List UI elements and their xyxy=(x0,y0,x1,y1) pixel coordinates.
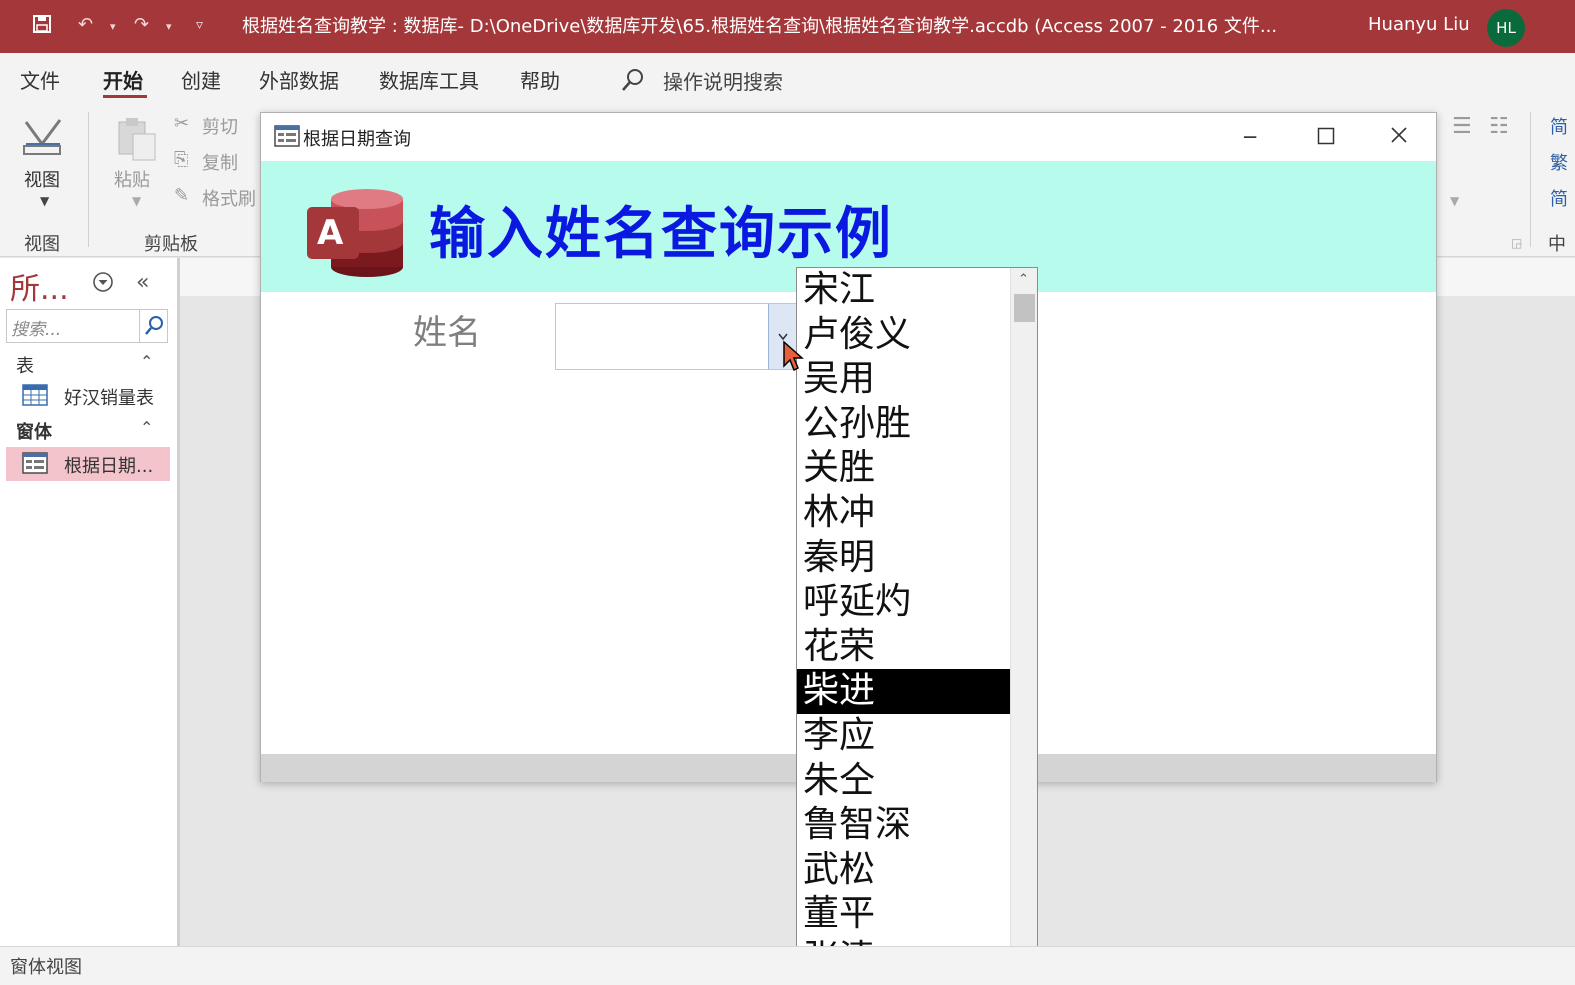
status-bar xyxy=(0,946,1575,985)
paragraph-dropdown-icon[interactable]: ▼ xyxy=(1450,194,1459,208)
search-icon[interactable] xyxy=(620,67,646,93)
redo-dropdown-icon[interactable]: ▾ xyxy=(166,20,172,33)
scrollbar-thumb[interactable] xyxy=(1014,294,1035,322)
dropdown-option[interactable]: 关胜 xyxy=(797,446,1010,491)
dropdown-option[interactable]: 李应 xyxy=(797,714,1010,759)
nav-search-box[interactable]: 搜索... xyxy=(6,309,168,343)
customize-quick-access-icon[interactable]: ▿ xyxy=(196,17,203,33)
paste-dropdown-icon[interactable]: ▼ xyxy=(132,194,141,208)
user-name[interactable]: Huanyu Liu xyxy=(1368,14,1470,35)
dropdown-option[interactable]: 秦明 xyxy=(797,536,1010,581)
form-icon xyxy=(22,452,48,478)
view-icon[interactable] xyxy=(22,116,64,162)
dropdown-option[interactable]: 朱仝 xyxy=(797,759,1010,804)
form-window-titlebar[interactable]: 根据日期查询 ─ xyxy=(261,113,1436,161)
form-icon xyxy=(274,125,300,151)
ribbon-separator xyxy=(88,112,89,247)
nav-item-form[interactable]: 根据日期... xyxy=(64,452,153,478)
paste-icon[interactable] xyxy=(116,116,158,166)
group-view-label: 视图 xyxy=(24,234,60,255)
chevron-up-icon[interactable]: ⌃ xyxy=(140,352,153,371)
copy-icon: ⎘ xyxy=(174,149,189,170)
logo-letter: A xyxy=(317,213,344,253)
copy-button[interactable]: 复制 xyxy=(202,149,238,175)
paste-button[interactable]: 粘贴 xyxy=(114,166,150,192)
dropdown-option[interactable]: 吴用 xyxy=(797,357,1010,402)
dropdown-options: 宋江卢俊义吴用公孙胜关胜林冲秦明呼延灼花荣柴进李应朱仝鲁智深武松董平张清 xyxy=(797,268,1010,982)
dialog-launcher-icon[interactable]: ◲ xyxy=(1511,236,1522,250)
maximize-icon[interactable] xyxy=(1317,127,1335,149)
avatar[interactable]: HL xyxy=(1487,9,1525,47)
dropdown-option[interactable]: 武松 xyxy=(797,848,1010,893)
nav-item-table[interactable]: 好汉销量表 xyxy=(64,384,154,410)
tab-database-tools[interactable]: 数据库工具 xyxy=(379,65,479,94)
tab-external-data[interactable]: 外部数据 xyxy=(259,65,339,94)
convert-button[interactable]: 简 xyxy=(1550,185,1568,211)
tab-help[interactable]: 帮助 xyxy=(520,65,560,94)
nav-search-input[interactable]: 搜索... xyxy=(11,315,61,340)
dropdown-option[interactable]: 花荣 xyxy=(797,625,1010,670)
dropdown-scrollbar[interactable]: ⌃ ⌄ xyxy=(1010,268,1037,980)
view-dropdown-icon[interactable]: ▼ xyxy=(40,194,49,208)
dropdown-option[interactable]: 林冲 xyxy=(797,491,1010,536)
window-title: 根据姓名查询教学 : 数据库- D:\OneDrive\数据库开发\65.根据姓… xyxy=(242,16,1278,37)
name-dropdown-list[interactable]: 宋江卢俊义吴用公孙胜关胜林冲秦明呼延灼花荣柴进李应朱仝鲁智深武松董平张清 ⌃ ⌄ xyxy=(796,267,1038,981)
close-icon[interactable] xyxy=(1389,125,1409,149)
nav-menu-icon[interactable] xyxy=(91,270,115,298)
collapse-pane-icon[interactable]: « xyxy=(136,270,149,295)
ribbon-separator xyxy=(1530,112,1531,247)
dropdown-option[interactable]: 柴进 xyxy=(797,669,1010,714)
redo-icon[interactable]: ↷ xyxy=(134,14,149,35)
dropdown-option[interactable]: 卢俊义 xyxy=(797,313,1010,358)
mouse-cursor-icon xyxy=(782,340,804,376)
tab-home[interactable]: 开始 xyxy=(103,65,143,94)
access-logo-icon: A xyxy=(305,185,405,283)
tab-create[interactable]: 创建 xyxy=(181,65,221,94)
status-text: 窗体视图 xyxy=(10,957,82,978)
chevron-up-icon[interactable]: ⌃ xyxy=(140,418,153,437)
bullets-icon[interactable]: ☰ xyxy=(1452,114,1472,139)
brush-icon: ✎ xyxy=(174,185,190,206)
group-clipboard-label: 剪贴板 xyxy=(144,234,198,255)
to-traditional-button[interactable]: 繁 xyxy=(1550,149,1568,175)
group-chinese-conversion-label: 中 xyxy=(1548,234,1566,255)
dropdown-option[interactable]: 宋江 xyxy=(797,268,1010,313)
numbering-icon[interactable]: ☷ xyxy=(1489,114,1509,139)
view-button[interactable]: 视图 xyxy=(24,166,60,192)
form-heading: 输入姓名查询示例 xyxy=(429,202,893,267)
save-icon[interactable] xyxy=(32,14,52,39)
dropdown-option[interactable]: 董平 xyxy=(797,892,1010,937)
format-painter-button[interactable]: 格式刷 xyxy=(202,185,256,211)
ribbon-tabs: 文件 开始 创建 外部数据 数据库工具 帮助 操作说明搜索 xyxy=(0,53,1575,105)
name-combo-box[interactable] xyxy=(555,303,797,370)
tab-file[interactable]: 文件 xyxy=(20,65,60,94)
minimize-icon[interactable]: ─ xyxy=(1244,125,1256,149)
nav-group-forms[interactable]: 窗体 xyxy=(16,418,52,444)
dropdown-option[interactable]: 呼延灼 xyxy=(797,580,1010,625)
undo-icon[interactable]: ↶ xyxy=(78,14,93,35)
dropdown-option[interactable]: 公孙胜 xyxy=(797,402,1010,447)
scroll-up-icon[interactable]: ⌃ xyxy=(1018,272,1029,287)
tell-me-search[interactable]: 操作说明搜索 xyxy=(663,66,783,95)
undo-dropdown-icon[interactable]: ▾ xyxy=(110,20,116,33)
name-label: 姓名 xyxy=(413,313,481,353)
form-window-title: 根据日期查询 xyxy=(303,129,411,150)
cut-button[interactable]: 剪切 xyxy=(202,113,238,139)
active-tab-indicator xyxy=(103,95,147,98)
scissors-icon: ✂ xyxy=(174,113,190,134)
table-icon xyxy=(22,384,48,410)
title-bar: ↶ ▾ ↷ ▾ ▿ 根据姓名查询教学 : 数据库- D:\OneDrive\数据… xyxy=(0,0,1575,53)
nav-group-tables[interactable]: 表 xyxy=(16,352,34,378)
to-simplified-button[interactable]: 简 xyxy=(1550,113,1568,139)
dropdown-option[interactable]: 鲁智深 xyxy=(797,803,1010,848)
nav-pane-title[interactable]: 所... xyxy=(10,264,69,308)
search-icon[interactable] xyxy=(139,310,167,342)
